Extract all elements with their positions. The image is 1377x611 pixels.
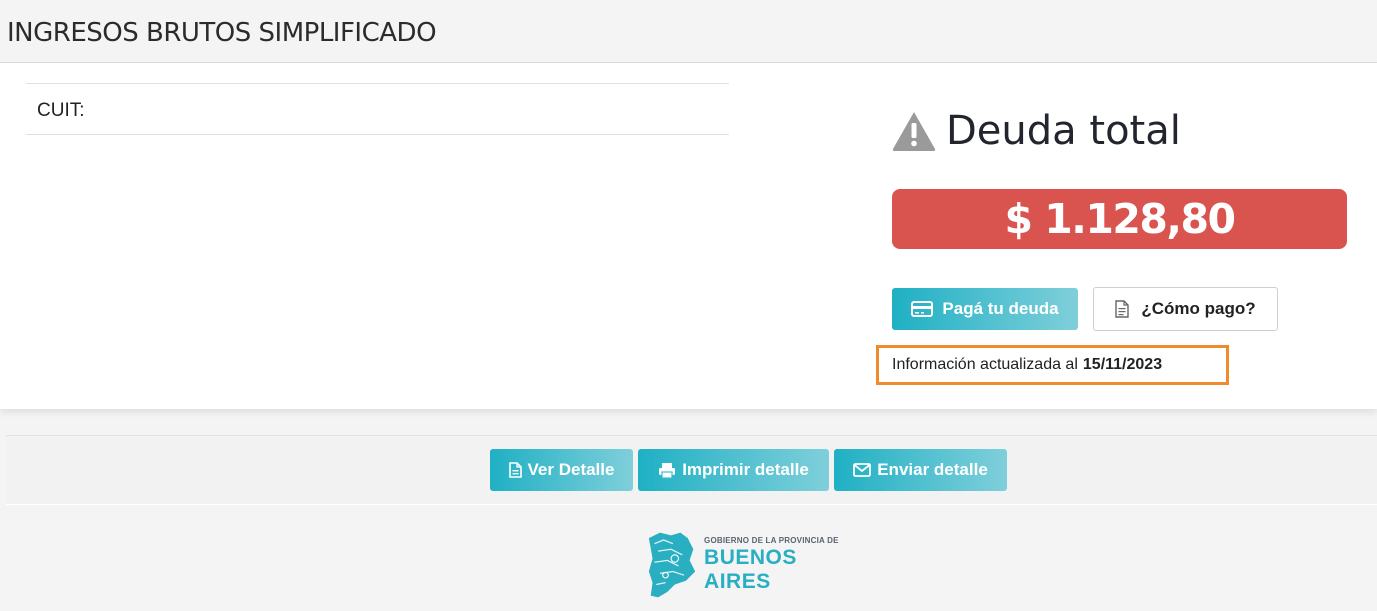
warning-triangle-icon — [892, 112, 936, 151]
debt-title: Deuda total — [946, 108, 1181, 154]
cuit-label: CUIT: — [37, 100, 85, 121]
info-updated-text: Información actualizada al — [892, 356, 1078, 373]
page-header: INGRESOS BRUTOS SIMPLIFICADO — [0, 0, 1377, 63]
buenos-aires-province-map-icon — [648, 532, 696, 598]
pay-debt-label: Pagá tu deuda — [942, 299, 1059, 318]
print-detail-button[interactable]: Imprimir detalle — [638, 449, 829, 491]
province-logo: GOBIERNO DE LA PROVINCIA DE BUENOS AIRES — [647, 527, 857, 603]
print-detail-label: Imprimir detalle — [682, 460, 809, 479]
credit-card-icon — [911, 301, 934, 317]
printer-icon — [659, 462, 676, 479]
view-detail-label: Ver Detalle — [527, 460, 615, 479]
cuit-row: CUIT: — [26, 83, 729, 135]
view-detail-button[interactable]: Ver Detalle — [490, 449, 633, 491]
info-updated-box: Información actualizada al 15/11/2023 — [876, 345, 1229, 385]
page-title: INGRESOS BRUTOS SIMPLIFICADO — [7, 18, 437, 48]
debt-card: CUIT: Deuda total $ 1.128,80 Pagá tu deu… — [0, 63, 1377, 409]
page-footer: GOBIERNO DE LA PROVINCIA DE BUENOS AIRES — [6, 505, 1377, 611]
info-updated-date: 15/11/2023 — [1082, 356, 1163, 373]
debt-amount: $ 1.128,80 — [892, 189, 1347, 249]
envelope-icon — [853, 463, 872, 477]
file-text-icon — [508, 462, 522, 478]
debt-heading: Deuda total — [891, 107, 1181, 155]
logo-line1: GOBIERNO DE LA PROVINCIA DE — [704, 536, 839, 545]
send-detail-label: Enviar detalle — [877, 460, 988, 479]
send-detail-button[interactable]: Enviar detalle — [834, 449, 1007, 491]
pay-debt-button[interactable]: Pagá tu deuda — [892, 288, 1078, 330]
how-to-pay-button[interactable]: ¿Cómo pago? — [1093, 287, 1278, 331]
document-icon — [1115, 300, 1130, 318]
detail-actions-bar: Ver Detalle Imprimir detalle Enviar deta… — [6, 435, 1377, 505]
how-to-pay-label: ¿Cómo pago? — [1141, 299, 1256, 318]
logo-line2: BUENOS AIRES — [704, 546, 797, 593]
